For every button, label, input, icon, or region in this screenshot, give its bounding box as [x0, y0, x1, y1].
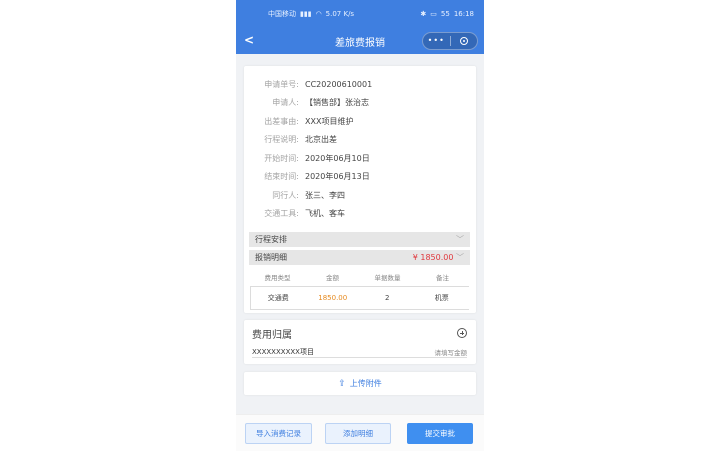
net-speed: 5.07 K/s	[325, 10, 355, 18]
more-dots-icon: •••	[427, 36, 445, 45]
info-label: 开始时间:	[264, 153, 299, 163]
info-value: 飞机、客车	[305, 209, 345, 218]
col-header-amount: 金额	[326, 274, 339, 282]
upload-attachment-button[interactable]: ⇪ 上传附件	[244, 372, 476, 395]
info-label: 结束时间:	[264, 172, 299, 181]
table-row[interactable]: 交通费 1850.00 2 机票	[250, 286, 469, 310]
info-value: 张三、李四	[305, 190, 345, 200]
battery-level: 55	[440, 10, 450, 18]
wifi-icon: ◠	[315, 10, 322, 18]
info-row-applicant: 申请人: 【销售部】张治志	[244, 94, 476, 112]
add-circle-icon[interactable]	[457, 328, 467, 338]
info-value: XXX项目维护	[305, 116, 354, 126]
bottom-action-bar: 导入消费记录 添加明细 提交审批	[236, 414, 484, 451]
cell-amount: 1850.00	[318, 294, 348, 302]
more-button[interactable]: •••	[423, 33, 450, 49]
nav-bar: < 差旅费报销 •••	[236, 28, 484, 54]
info-label: 行程说明:	[264, 135, 299, 144]
reimbursement-label: 报销明细	[255, 253, 287, 262]
battery-icon: ▭	[430, 10, 437, 18]
info-value: 【销售部】张治志	[305, 98, 369, 107]
clock: 16:18	[453, 10, 474, 18]
info-value: 2020年06月13日	[305, 172, 370, 181]
info-row-application-no: 申请单号: CC20200610001	[244, 75, 476, 93]
chevron-down-icon: ﹀	[456, 235, 464, 244]
import-records-button[interactable]: 导入消费记录	[245, 423, 312, 444]
info-label: 同行人:	[272, 190, 299, 200]
upload-icon: ⇪	[338, 378, 346, 389]
mini-program-capsule: •••	[422, 32, 478, 50]
info-value: 北京出差	[305, 135, 337, 144]
divider	[252, 357, 467, 358]
ownership-project[interactable]: XXXXXXXXXX项目	[252, 347, 314, 357]
cell-note: 机票	[434, 294, 449, 302]
info-row-transport: 交通工具: 飞机、客车	[244, 205, 476, 223]
info-row-end-time: 结束时间: 2020年06月13日	[244, 168, 476, 186]
submit-approval-button[interactable]: 提交审批	[407, 423, 473, 444]
info-value: CC20200610001	[305, 79, 373, 89]
target-icon	[459, 37, 468, 45]
status-bar: 中国移动 ▮▮▮ ◠ 5.07 K/s ✱ ▭ 55 16:18	[236, 0, 484, 28]
close-button[interactable]	[451, 33, 478, 49]
info-label: 申请人:	[272, 98, 299, 107]
info-row-reason: 出差事由: XXX项目维护	[244, 112, 476, 130]
info-value: 2020年06月10日	[305, 153, 370, 163]
cell-type: 交通费	[267, 294, 289, 302]
application-card: 申请单号: CC20200610001 申请人: 【销售部】张治志 出差事由: …	[244, 66, 476, 313]
info-label: 交通工具:	[264, 209, 299, 218]
amount-input[interactable]: 请填写金额	[435, 347, 468, 357]
col-header-note: 备注	[436, 274, 449, 282]
info-label: 出差事由:	[264, 116, 299, 126]
carrier: 中国移动	[268, 10, 296, 18]
itinerary-label: 行程安排	[255, 235, 287, 244]
info-row-start-time: 开始时间: 2020年06月10日	[244, 149, 476, 167]
page-title: 差旅费报销	[335, 37, 385, 49]
detail-table-header: 费用类型 金额 单据数量 备注	[250, 268, 470, 286]
itinerary-section-toggle[interactable]: 行程安排 ﹀	[249, 232, 470, 247]
back-icon[interactable]: <	[244, 33, 254, 47]
add-detail-button[interactable]: 添加明细	[325, 423, 391, 444]
reimbursement-total: ¥ 1850.00	[412, 253, 454, 262]
ownership-title: 费用归属	[252, 330, 292, 341]
cell-count: 2	[385, 294, 390, 302]
reimbursement-section-toggle[interactable]: 报销明细 ¥ 1850.00 ﹀	[249, 250, 470, 265]
signal-icon: ▮▮▮	[300, 10, 312, 18]
col-header-type: 费用类型	[264, 274, 291, 282]
info-row-trip-desc: 行程说明: 北京出差	[244, 131, 476, 149]
cost-ownership-card: 费用归属 XXXXXXXXXX项目 请填写金额	[244, 320, 476, 364]
col-header-count: 单据数量	[374, 274, 401, 282]
info-row-companions: 同行人: 张三、李四	[244, 186, 476, 204]
bluetooth-icon: ✱	[420, 10, 427, 18]
upload-label: 上传附件	[349, 379, 382, 388]
chevron-down-icon: ﹀	[456, 253, 464, 262]
info-label: 申请单号:	[264, 79, 299, 89]
